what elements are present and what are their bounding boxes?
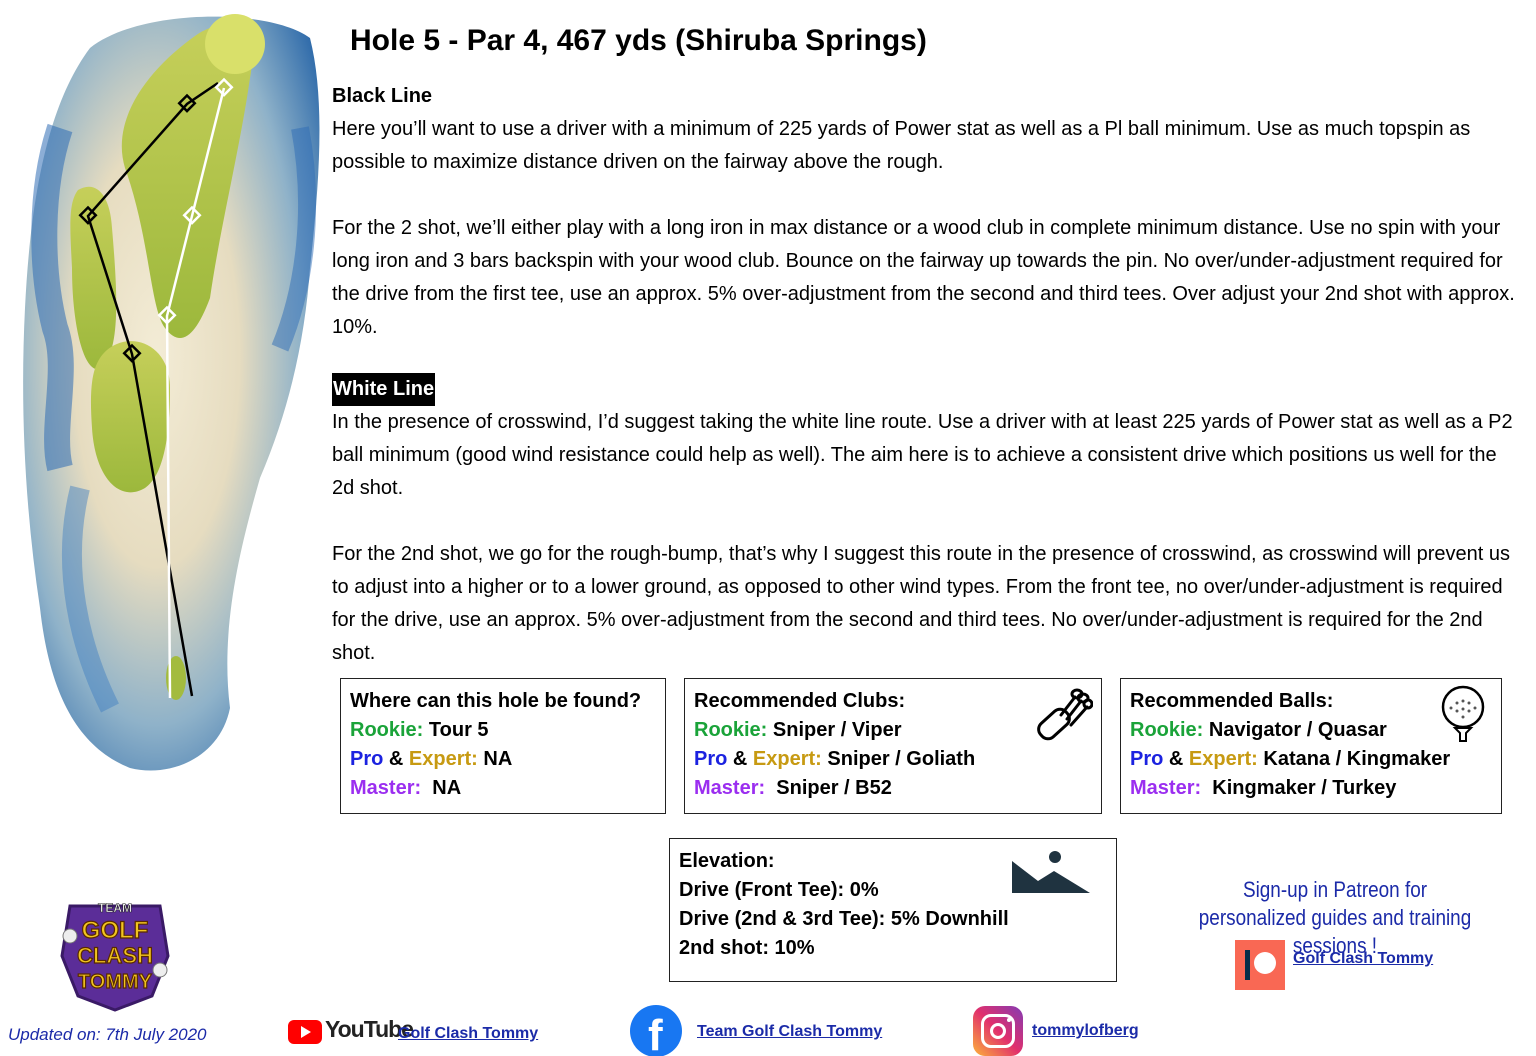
location-heading: Where can this hole be found? (350, 690, 642, 712)
updated-date: Updated on: 7th July 2020 (8, 1025, 207, 1044)
golf-ball-tee-icon (1441, 685, 1485, 742)
location-master-value: NA (432, 777, 462, 799)
rookie-label: Rookie: (694, 719, 768, 741)
expert-label: Expert: (408, 748, 478, 770)
expert-label: Expert: (752, 748, 822, 770)
rookie-label: Rookie: (1130, 719, 1204, 741)
elevation-box: Elevation: Drive (Front Tee): 0% Drive (… (669, 838, 1117, 982)
balls-pro-expert-value: Katana / Kingmaker (1263, 748, 1451, 770)
black-line-paragraph-2: For the 2 shot, we’ll either play with a… (332, 217, 1515, 338)
ampersand: & (732, 748, 748, 770)
balls-rookie-value: Navigator / Quasar (1208, 719, 1387, 741)
white-line-heading: White Line (332, 373, 436, 406)
hole-location-box: Where can this hole be found? Rookie: To… (340, 678, 666, 814)
ampersand: & (388, 748, 404, 770)
expert-label: Expert: (1188, 748, 1258, 770)
logo-clash-text: CLASH (77, 943, 153, 968)
hole-course-map (23, 14, 320, 771)
white-line-section: White Line In the presence of crosswind,… (332, 373, 1522, 670)
white-line-paragraph-1: In the presence of crosswind, I’d sugges… (332, 411, 1513, 499)
location-rookie-value: Tour 5 (428, 719, 489, 741)
youtube-link[interactable]: Golf Clash Tommy (398, 1025, 538, 1043)
pro-label: Pro (694, 748, 728, 770)
patreon-link[interactable]: Golf Clash Tommy (1293, 950, 1433, 968)
clubs-master-value: Sniper / B52 (776, 777, 892, 799)
recommended-clubs-box: Recommended Clubs: Rookie: Sniper / Vipe… (684, 678, 1102, 814)
facebook-icon[interactable]: f (630, 1005, 682, 1056)
clubs-pro-expert-value: Sniper / Goliath (827, 748, 976, 770)
elevation-2nd-3rd-tee: Drive (2nd & 3rd Tee): 5% Downhill (679, 908, 1009, 930)
elevation-2nd-shot: 2nd shot: 10% (679, 937, 815, 959)
master-label: Master: (694, 777, 766, 799)
pro-label: Pro (350, 748, 384, 770)
master-label: Master: (1130, 777, 1202, 799)
master-label: Master: (350, 777, 422, 799)
location-pro-expert-value: NA (483, 748, 513, 770)
team-golf-clash-tommy-logo: TEAM GOLF CLASH TOMMY (60, 901, 170, 1012)
instagram-link[interactable]: tommylofberg (1032, 1022, 1139, 1040)
page-title: Hole 5 - Par 4, 467 yds (Shiruba Springs… (350, 24, 927, 57)
facebook-link[interactable]: Team Golf Clash Tommy (697, 1023, 882, 1041)
youtube-icon[interactable] (288, 1020, 322, 1044)
patreon-icon[interactable] (1235, 940, 1285, 990)
rookie-label: Rookie: (350, 719, 424, 741)
black-line-heading: Black Line (332, 85, 433, 107)
ampersand: & (1168, 748, 1184, 770)
golf-bag-icon (1037, 688, 1093, 741)
white-line-paragraph-2: For the 2nd shot, we go for the rough-bu… (332, 543, 1511, 664)
logo-golf-text: GOLF (82, 917, 149, 944)
black-line-paragraph-1: Here you’ll want to use a driver with a … (332, 118, 1471, 173)
instagram-icon[interactable] (973, 1006, 1023, 1056)
lower-fairway (90, 341, 170, 493)
pro-label: Pro (1130, 748, 1164, 770)
black-line-section: Black Line Here you’ll want to use a dri… (332, 80, 1522, 344)
balls-master-value: Kingmaker / Turkey (1212, 777, 1397, 799)
logo-tommy-text: TOMMY (78, 971, 153, 993)
green (205, 14, 265, 74)
clubs-rookie-value: Sniper / Viper (772, 719, 902, 741)
recommended-balls-box: Recommended Balls: Rookie: Navigator / Q… (1120, 678, 1502, 814)
logo-team-text: TEAM (98, 901, 132, 915)
mountain-icon (1012, 851, 1090, 893)
